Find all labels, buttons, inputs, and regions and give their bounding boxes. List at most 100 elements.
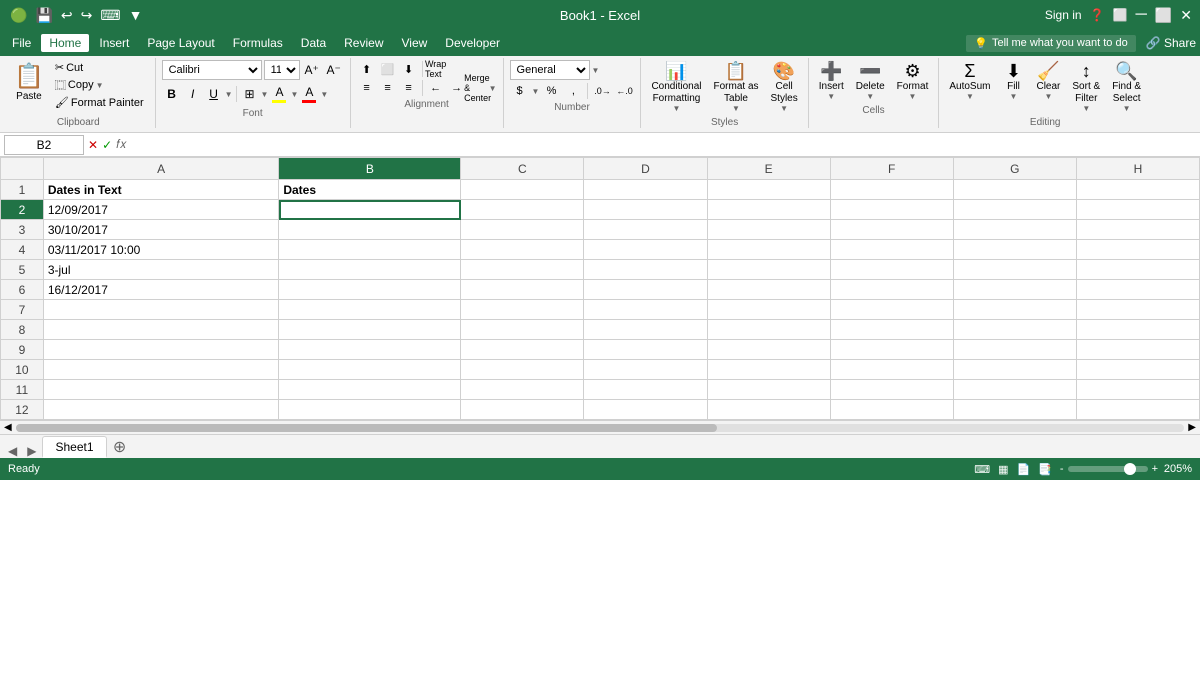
cell-G10[interactable] bbox=[953, 360, 1076, 380]
cell-H5[interactable] bbox=[1076, 260, 1199, 280]
cell-B11[interactable] bbox=[279, 380, 461, 400]
wrap-text-btn[interactable]: WrapText bbox=[426, 60, 446, 78]
cell-E3[interactable] bbox=[707, 220, 830, 240]
delete-btn[interactable]: ➖ Delete ▼ bbox=[852, 60, 889, 103]
sort-filter-btn[interactable]: ↕ Sort & Filter ▼ bbox=[1068, 60, 1104, 115]
sheet-tab-sheet1[interactable]: Sheet1 bbox=[42, 436, 106, 458]
cell-D7[interactable] bbox=[584, 300, 707, 320]
cell-C9[interactable] bbox=[461, 340, 584, 360]
cell-D3[interactable] bbox=[584, 220, 707, 240]
cell-A4[interactable]: 03/11/2017 10:00 bbox=[43, 240, 279, 260]
cell-F1[interactable] bbox=[830, 180, 953, 200]
menu-insert[interactable]: Insert bbox=[91, 34, 137, 52]
undo-icon[interactable]: ↩ bbox=[59, 5, 75, 26]
cell-F3[interactable] bbox=[830, 220, 953, 240]
menu-home[interactable]: Home bbox=[41, 34, 89, 52]
zoom-plus-btn[interactable]: + bbox=[1152, 463, 1158, 475]
cancel-formula-icon[interactable]: ✕ bbox=[88, 138, 98, 152]
cell-B2[interactable] bbox=[279, 200, 461, 220]
cell-H1[interactable] bbox=[1076, 180, 1199, 200]
font-family-select[interactable]: Calibri bbox=[162, 60, 262, 80]
cell-B6[interactable] bbox=[279, 280, 461, 300]
insert-btn[interactable]: ➕ Insert ▼ bbox=[815, 60, 848, 103]
cell-F5[interactable] bbox=[830, 260, 953, 280]
cell-F6[interactable] bbox=[830, 280, 953, 300]
cell-D5[interactable] bbox=[584, 260, 707, 280]
cell-D10[interactable] bbox=[584, 360, 707, 380]
increase-font-size-btn[interactable]: A⁺ bbox=[302, 60, 322, 80]
cell-A2[interactable]: 12/09/2017 bbox=[43, 200, 279, 220]
sheet-scroll-right[interactable]: ▶ bbox=[23, 444, 40, 458]
fill-color-btn[interactable]: A bbox=[269, 84, 289, 104]
ribbon-display-icon[interactable]: ⬜ bbox=[1113, 8, 1128, 22]
col-header-G[interactable]: G bbox=[953, 158, 1076, 180]
format-painter-button[interactable]: 🖌 Format Painter bbox=[52, 95, 147, 110]
comma-btn[interactable]: , bbox=[563, 82, 583, 100]
cell-B9[interactable] bbox=[279, 340, 461, 360]
cell-E7[interactable] bbox=[707, 300, 830, 320]
cell-A10[interactable] bbox=[43, 360, 279, 380]
cell-A1[interactable]: Dates in Text bbox=[43, 180, 279, 200]
cut-button[interactable]: ✂ Cut bbox=[52, 60, 147, 75]
quick-access-icon[interactable]: ⌨ bbox=[98, 5, 122, 26]
formula-input[interactable] bbox=[131, 135, 1196, 155]
row-number[interactable]: 3 bbox=[1, 220, 44, 240]
zoom-thumb[interactable] bbox=[1124, 463, 1136, 475]
scroll-thumb[interactable] bbox=[16, 424, 717, 432]
col-header-B[interactable]: B bbox=[279, 158, 461, 180]
cell-G1[interactable] bbox=[953, 180, 1076, 200]
redo-icon[interactable]: ↪ bbox=[79, 5, 95, 26]
share-btn[interactable]: 🔗 Share bbox=[1146, 36, 1196, 50]
cell-F4[interactable] bbox=[830, 240, 953, 260]
close-btn[interactable]: ✕ bbox=[1180, 7, 1192, 24]
cell-B5[interactable] bbox=[279, 260, 461, 280]
accounting-format-btn[interactable]: $ bbox=[510, 82, 530, 100]
help-icon[interactable]: ❓ bbox=[1090, 8, 1105, 22]
sign-in-btn[interactable]: Sign in bbox=[1045, 8, 1082, 22]
find-select-btn[interactable]: 🔍 Find & Select ▼ bbox=[1108, 60, 1145, 115]
cell-B8[interactable] bbox=[279, 320, 461, 340]
cell-H11[interactable] bbox=[1076, 380, 1199, 400]
cell-H10[interactable] bbox=[1076, 360, 1199, 380]
zoom-minus-btn[interactable]: - bbox=[1060, 463, 1064, 475]
row-number[interactable]: 9 bbox=[1, 340, 44, 360]
menu-formulas[interactable]: Formulas bbox=[225, 34, 291, 52]
middle-align-btn[interactable]: ⬜ bbox=[378, 60, 398, 78]
scroll-track[interactable] bbox=[16, 424, 1185, 432]
cell-G9[interactable] bbox=[953, 340, 1076, 360]
cell-C10[interactable] bbox=[461, 360, 584, 380]
number-format-select[interactable]: General bbox=[510, 60, 590, 80]
cell-D4[interactable] bbox=[584, 240, 707, 260]
cell-C6[interactable] bbox=[461, 280, 584, 300]
center-align-btn[interactable]: ≡ bbox=[378, 79, 398, 97]
cell-G11[interactable] bbox=[953, 380, 1076, 400]
bold-btn[interactable]: B bbox=[162, 84, 182, 104]
cell-H4[interactable] bbox=[1076, 240, 1199, 260]
cell-A9[interactable] bbox=[43, 340, 279, 360]
scroll-left-btn[interactable]: ◀ bbox=[0, 422, 16, 433]
cell-B4[interactable] bbox=[279, 240, 461, 260]
font-color-btn[interactable]: A bbox=[299, 84, 319, 104]
cell-E11[interactable] bbox=[707, 380, 830, 400]
cell-A5[interactable]: 3-jul bbox=[43, 260, 279, 280]
increase-decimal-btn[interactable]: .0→ bbox=[592, 82, 612, 100]
cell-H8[interactable] bbox=[1076, 320, 1199, 340]
col-header-E[interactable]: E bbox=[707, 158, 830, 180]
paste-button[interactable]: 📋 Paste bbox=[10, 60, 48, 104]
cell-C7[interactable] bbox=[461, 300, 584, 320]
cell-D11[interactable] bbox=[584, 380, 707, 400]
zoom-slider[interactable] bbox=[1068, 466, 1148, 472]
insert-function-icon[interactable]: 𝑓𝑥 bbox=[116, 137, 126, 152]
cell-D6[interactable] bbox=[584, 280, 707, 300]
row-number[interactable]: 10 bbox=[1, 360, 44, 380]
col-header-A[interactable]: A bbox=[43, 158, 279, 180]
row-number[interactable]: 4 bbox=[1, 240, 44, 260]
tell-me-box[interactable]: 💡 Tell me what you want to do bbox=[966, 35, 1135, 52]
cell-E5[interactable] bbox=[707, 260, 830, 280]
cell-C1[interactable] bbox=[461, 180, 584, 200]
cell-F8[interactable] bbox=[830, 320, 953, 340]
cell-F7[interactable] bbox=[830, 300, 953, 320]
menu-developer[interactable]: Developer bbox=[437, 34, 508, 52]
menu-file[interactable]: File bbox=[4, 34, 39, 52]
cell-E4[interactable] bbox=[707, 240, 830, 260]
